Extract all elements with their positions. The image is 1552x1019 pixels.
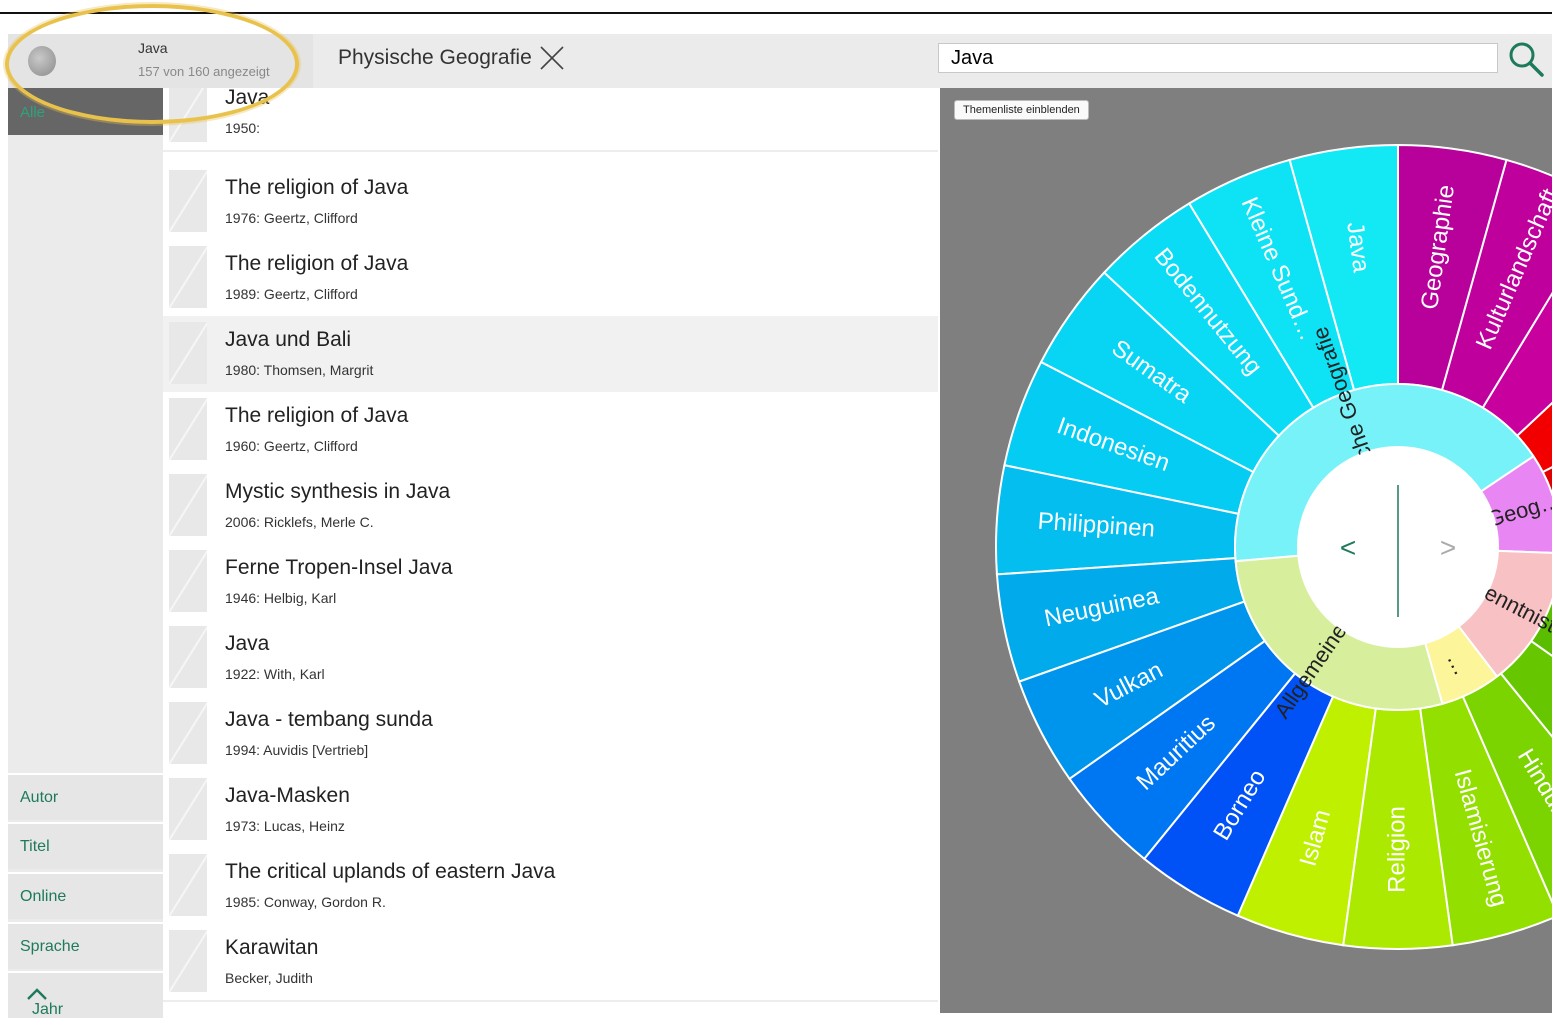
result-title[interactable]: Java - tembang sunda (225, 708, 433, 732)
cover-thumbnail (169, 398, 207, 460)
result-meta: 1980: Thomsen, Margrit (225, 362, 373, 378)
result-title[interactable]: The religion of Java (225, 404, 408, 428)
result-title[interactable]: Java-Masken (225, 784, 350, 808)
wheel-forward-icon[interactable]: > (1440, 532, 1456, 563)
result-meta: 1985: Conway, Gordon R. (225, 894, 386, 910)
result-row[interactable]: Java 1950: (163, 88, 938, 152)
result-row[interactable]: Java - tembang sunda 1994: Auvidis [Vertr… (163, 696, 938, 774)
topic-wheel-panel: Themenliste einblenden JavaKleine Sund…B… (940, 88, 1552, 1013)
cover-thumbnail (169, 778, 207, 840)
result-row[interactable]: Java 1922: With, Karl (163, 620, 938, 698)
topic-segment-label: Religion (1383, 806, 1410, 893)
result-title[interactable]: Karawitan (225, 936, 318, 960)
result-row[interactable]: The critical uplands of eastern Java 1985… (163, 848, 938, 926)
cover-thumbnail (169, 474, 207, 536)
facet-language[interactable]: Sprache (8, 922, 163, 969)
result-title[interactable]: The critical uplands of eastern Java (225, 860, 555, 884)
cover-thumbnail (169, 854, 207, 916)
facet-label: Jahr (32, 1001, 63, 1019)
result-title[interactable]: Ferne Tropen-Insel Java (225, 556, 453, 580)
search-title: Java (138, 40, 168, 56)
search-input[interactable] (938, 43, 1498, 73)
result-title[interactable]: Java und Bali (225, 328, 351, 352)
cover-thumbnail (169, 930, 207, 992)
result-row[interactable]: Java und Bali 1980: Thomsen, Margrit (163, 316, 938, 394)
result-row[interactable]: Ferne Tropen-Insel Java 1946: Helbig, Kar… (163, 544, 938, 622)
result-meta: 1976: Geertz, Clifford (225, 210, 358, 226)
result-count: 157 von 160 angezeigt (138, 64, 270, 79)
cover-thumbnail (169, 88, 207, 142)
result-meta: 1994: Auvidis [Vertrieb] (225, 742, 368, 758)
cover-thumbnail (169, 322, 207, 384)
result-meta: Becker, Judith (225, 970, 313, 986)
facet-label: Autor (20, 789, 58, 807)
result-row[interactable]: The religion of Java 1989: Geertz, Cliffo… (163, 240, 938, 318)
wheel-back-icon[interactable]: < (1340, 532, 1356, 563)
facet-online[interactable]: Online (8, 872, 163, 919)
active-filter-chip[interactable]: Physische Geografie (338, 44, 566, 72)
cover-thumbnail (169, 702, 207, 764)
result-title[interactable]: Mystic synthesis in Java (225, 480, 450, 504)
cover-thumbnail (169, 246, 207, 308)
facet-title[interactable]: Titel (8, 822, 163, 869)
cover-thumbnail (169, 550, 207, 612)
facet-label: Titel (20, 838, 50, 856)
result-list: Java 1950: The religion of Java 1976: Geert… (163, 88, 938, 1013)
search-icon (1505, 38, 1547, 80)
result-meta: 2006: Ricklefs, Merle C. (225, 514, 374, 530)
current-search-info[interactable]: Java 157 von 160 angezeigt (8, 34, 313, 88)
topic-wheel: JavaKleine Sund…BodennutzungSumatraIndon… (940, 88, 1552, 1013)
facet-all[interactable]: Alle (8, 88, 163, 135)
library-logo-icon (28, 46, 56, 76)
result-meta: 1946: Helbig, Karl (225, 590, 336, 606)
facet-sidebar: Alle Autor Titel Online Sprache Jahr (8, 88, 163, 1013)
facet-year[interactable]: Jahr (8, 971, 163, 1018)
result-row[interactable]: Mystic synthesis in Java 2006: Ricklefs, … (163, 468, 938, 546)
result-row[interactable]: The religion of Java 1976: Geertz, Cliffo… (163, 164, 938, 242)
cover-thumbnail (169, 626, 207, 688)
result-meta: 1973: Lucas, Heinz (225, 818, 345, 834)
close-icon[interactable] (538, 44, 566, 72)
result-row[interactable]: Karawitan Becker, Judith (163, 924, 938, 1002)
facet-all-label: Alle (20, 104, 45, 121)
facet-label: Online (20, 888, 66, 906)
result-row[interactable]: Java-Masken 1973: Lucas, Heinz (163, 772, 938, 850)
top-border (0, 12, 1552, 14)
search-button[interactable] (1505, 38, 1547, 80)
result-row[interactable]: The religion of Java 1960: Geertz, Cliffo… (163, 392, 938, 470)
result-meta: 1950: (225, 120, 260, 136)
active-filter-label: Physische Geografie (338, 46, 532, 70)
facet-author[interactable]: Autor (8, 773, 163, 820)
chevron-up-icon (26, 987, 48, 1001)
result-meta: 1922: With, Karl (225, 666, 325, 682)
result-title[interactable]: Java (225, 88, 269, 110)
result-meta: 1989: Geertz, Clifford (225, 286, 358, 302)
facet-label: Sprache (20, 938, 80, 956)
facet-year-wrap: Jahr (20, 987, 48, 1006)
result-title[interactable]: Java (225, 632, 269, 656)
result-title[interactable]: The religion of Java (225, 176, 408, 200)
result-title[interactable]: The religion of Java (225, 252, 408, 276)
cover-thumbnail (169, 170, 207, 232)
result-meta: 1960: Geertz, Clifford (225, 438, 358, 454)
